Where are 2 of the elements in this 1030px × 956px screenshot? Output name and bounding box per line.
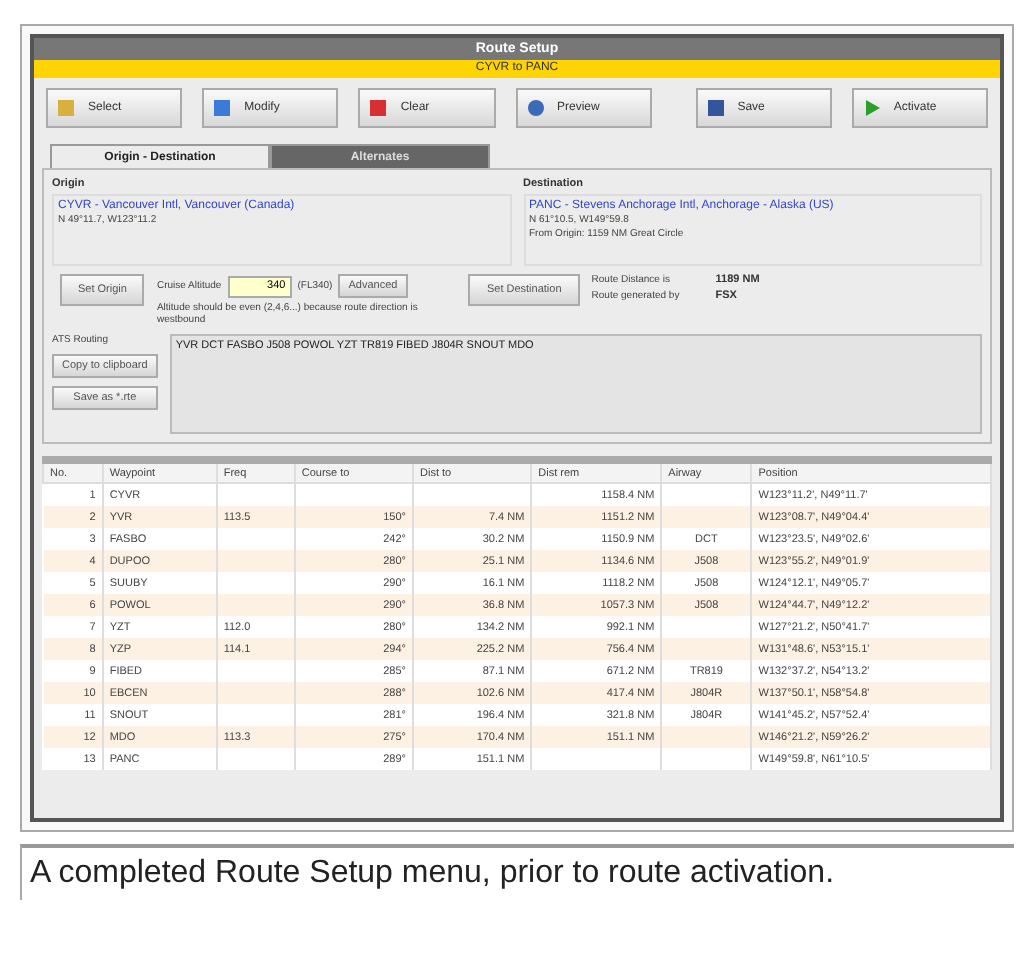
image-caption: A completed Route Setup menu, prior to route activation. [20, 844, 1014, 900]
play-icon [861, 98, 882, 118]
